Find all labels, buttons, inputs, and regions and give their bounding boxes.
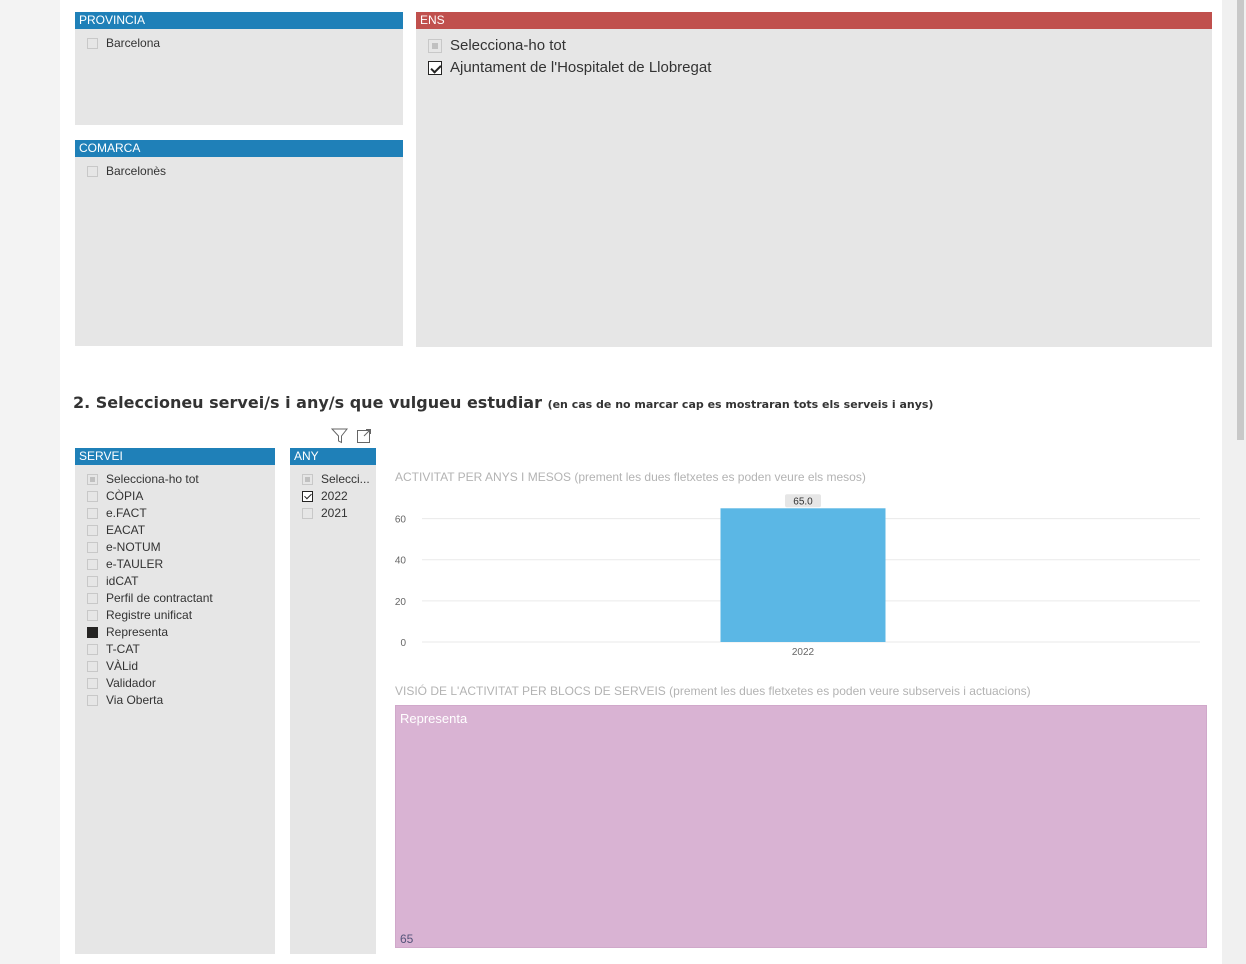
servei-item-label: e.FACT <box>106 506 147 520</box>
provincia-item[interactable]: Barcelona <box>75 35 403 52</box>
servei-item-label: idCAT <box>106 574 139 588</box>
servei-item[interactable]: EACAT <box>75 522 275 539</box>
checkbox[interactable] <box>87 661 98 672</box>
servei-item-label: T-CAT <box>106 642 140 656</box>
data-label: 65.0 <box>793 496 813 507</box>
servei-slicer-header: SERVEI <box>75 448 275 465</box>
any-item[interactable]: Selecci... <box>290 471 376 488</box>
servei-item[interactable]: Validador <box>75 675 275 692</box>
servei-item-label: EACAT <box>106 523 146 537</box>
servei-item[interactable]: Registre unificat <box>75 607 275 624</box>
checkbox[interactable] <box>302 491 313 502</box>
checkbox[interactable] <box>87 166 98 177</box>
any-item-label: 2021 <box>321 506 348 520</box>
y-tick-label: 60 <box>395 515 407 526</box>
any-item[interactable]: 2022 <box>290 488 376 505</box>
servei-item[interactable]: VÀLid <box>75 658 275 675</box>
servei-slicer: SERVEI Selecciona-ho tot CÒPIA e.FACT EACAT… <box>75 448 275 954</box>
servei-item[interactable]: CÒPIA <box>75 488 275 505</box>
servei-item-label: Registre unificat <box>106 608 193 622</box>
comarca-item[interactable]: Barcelonès <box>75 163 403 180</box>
servei-item-label: Validador <box>106 676 156 690</box>
checkbox[interactable] <box>87 525 98 536</box>
scrollbar-thumb[interactable] <box>1237 0 1244 440</box>
comarca-slicer: COMARCA Barcelonès <box>75 140 403 346</box>
servei-item-label: Via Oberta <box>106 693 164 707</box>
servei-item-label: CÒPIA <box>106 489 144 503</box>
ens-slicer: ENS Selecciona-ho tot Ajuntament de l'Hos… <box>416 12 1212 347</box>
treemap-tile-label: Representa <box>400 711 468 726</box>
y-tick-label: 20 <box>395 597 407 608</box>
checkbox[interactable] <box>428 61 442 75</box>
treemap-title: VISIÓ DE L'ACTIVITAT PER BLOCS DE SERVEI… <box>395 684 1031 698</box>
any-item-label: 2022 <box>321 489 348 503</box>
section-title-text: 2. Seleccioneu servei/s i any/s que vulg… <box>73 393 542 412</box>
checkbox[interactable] <box>87 38 98 49</box>
any-slicer: ANY Selecci... 2022 2021 <box>290 448 376 954</box>
ens-item[interactable]: Ajuntament de l'Hospitalet de Llobregat <box>416 57 1212 79</box>
checkbox[interactable] <box>87 695 98 706</box>
servei-item[interactable]: Representa <box>75 624 275 641</box>
servei-item[interactable]: e-NOTUM <box>75 539 275 556</box>
checkbox[interactable] <box>302 474 313 485</box>
servei-item[interactable]: T-CAT <box>75 641 275 658</box>
y-tick-label: 40 <box>395 556 407 567</box>
servei-item-label: Selecciona-ho tot <box>106 472 199 486</box>
servei-item[interactable]: Selecciona-ho tot <box>75 471 275 488</box>
servei-item-label: e-TAULER <box>106 557 164 571</box>
filter-icon[interactable] <box>331 428 349 444</box>
comarca-slicer-header: COMARCA <box>75 140 403 157</box>
checkbox[interactable] <box>87 508 98 519</box>
checkbox[interactable] <box>87 576 98 587</box>
servei-item[interactable]: e.FACT <box>75 505 275 522</box>
any-slicer-toolbar <box>331 428 376 446</box>
any-item[interactable]: 2021 <box>290 505 376 522</box>
checkbox[interactable] <box>87 678 98 689</box>
checkbox[interactable] <box>87 610 98 621</box>
x-tick-label: 2022 <box>792 647 815 658</box>
ens-item-label: Selecciona-ho tot <box>450 37 566 54</box>
servei-item-label: Representa <box>106 625 169 639</box>
checkbox[interactable] <box>87 542 98 553</box>
section-subtitle: (en cas de no marcar cap es mostraran to… <box>547 398 934 411</box>
any-slicer-header: ANY <box>290 448 376 465</box>
servei-item[interactable]: e-TAULER <box>75 556 275 573</box>
checkbox[interactable] <box>87 559 98 570</box>
servei-item[interactable]: Perfil de contractant <box>75 590 275 607</box>
servei-item-label: Perfil de contractant <box>106 591 213 605</box>
ens-slicer-header: ENS <box>416 12 1212 29</box>
y-tick-label: 0 <box>400 638 406 649</box>
servei-item[interactable]: idCAT <box>75 573 275 590</box>
checkbox[interactable] <box>87 644 98 655</box>
checkbox[interactable] <box>87 474 98 485</box>
bar <box>720 508 886 642</box>
comarca-item-label: Barcelonès <box>106 164 167 178</box>
checkbox[interactable] <box>428 39 442 53</box>
servei-item-label: VÀLid <box>106 659 139 673</box>
bar-chart: 0 20 40 60 65.0 2022 <box>395 494 1200 658</box>
provincia-slicer-header: PROVINCIA <box>75 12 403 29</box>
checkbox[interactable] <box>302 508 313 519</box>
bar-chart-title: ACTIVITAT PER ANYS I MESOS (prement les … <box>395 470 866 484</box>
provincia-item-label: Barcelona <box>106 36 161 50</box>
focus-mode-icon[interactable] <box>356 428 372 444</box>
treemap-tile-value: 65 <box>400 932 414 946</box>
servei-item[interactable]: Via Oberta <box>75 692 275 709</box>
checkbox[interactable] <box>87 491 98 502</box>
ens-item[interactable]: Selecciona-ho tot <box>416 35 1212 57</box>
section-title: 2. Seleccioneu servei/s i any/s que vulg… <box>73 393 933 412</box>
ens-item-label: Ajuntament de l'Hospitalet de Llobregat <box>450 59 712 76</box>
treemap[interactable]: Representa 65 <box>395 705 1207 948</box>
any-item-label: Selecci... <box>321 472 370 486</box>
checkbox[interactable] <box>87 627 98 638</box>
checkbox[interactable] <box>87 593 98 604</box>
provincia-slicer: PROVINCIA Barcelona <box>75 12 403 125</box>
servei-item-label: e-NOTUM <box>106 540 161 554</box>
